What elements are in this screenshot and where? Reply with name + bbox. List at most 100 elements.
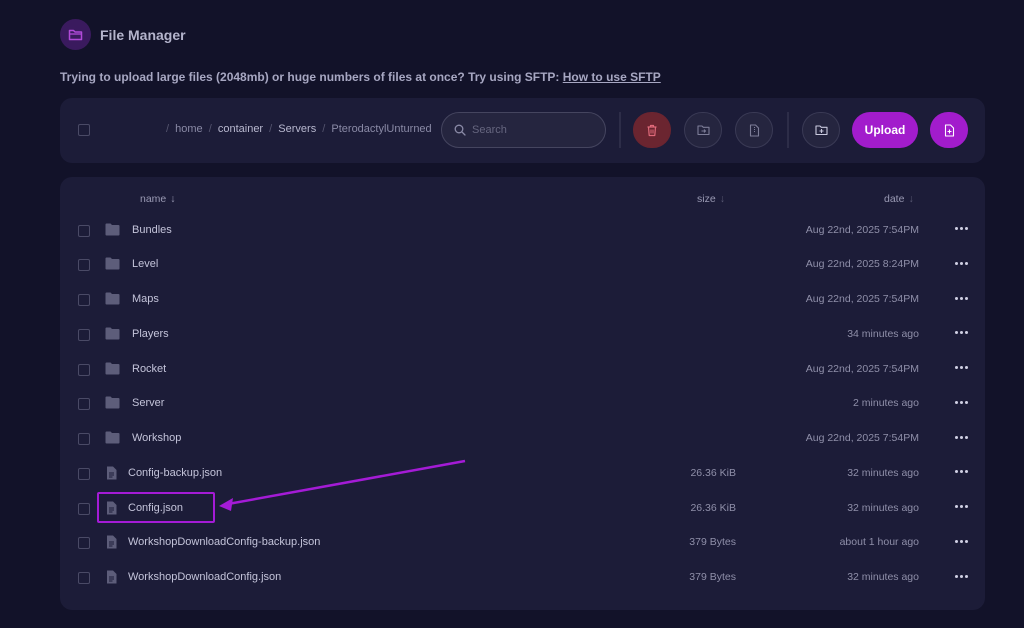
file-name[interactable]: Server (132, 397, 164, 409)
file-date: Aug 22nd, 2025 7:54PM (805, 362, 919, 375)
table-row[interactable]: Bundles Aug 22nd, 2025 7:54PM (60, 213, 985, 248)
more-options-button[interactable] (953, 430, 969, 444)
file-name[interactable]: WorkshopDownloadConfig.json (128, 571, 281, 583)
file-icon (106, 570, 117, 589)
row-checkbox[interactable] (78, 259, 90, 272)
sort-arrow-icon: ↓ (908, 193, 914, 205)
row-checkbox[interactable] (78, 328, 90, 341)
table-row[interactable]: Level Aug 22nd, 2025 8:24PM (60, 247, 985, 282)
column-header-size[interactable]: size ↓ (697, 193, 725, 205)
upload-button[interactable]: Upload (852, 112, 918, 148)
file-archive-icon (749, 123, 759, 137)
file-name[interactable]: WorkshopDownloadConfig-backup.json (128, 536, 320, 548)
row-checkbox[interactable] (78, 502, 90, 515)
more-options-button[interactable] (953, 395, 969, 409)
file-name[interactable]: Maps (132, 293, 159, 305)
file-name[interactable]: Players (132, 328, 169, 340)
highlight-box (97, 492, 215, 523)
breadcrumb-item-servers[interactable]: Servers (278, 123, 316, 135)
move-button[interactable] (684, 112, 722, 148)
folder-icon (105, 396, 120, 414)
more-options-button[interactable] (953, 465, 969, 479)
table-row[interactable]: WorkshopDownloadConfig-backup.json 379 By… (60, 525, 985, 560)
file-date: 32 minutes ago (847, 571, 919, 583)
folder-open-icon (60, 19, 91, 50)
ellipsis-icon (954, 574, 968, 578)
new-folder-button[interactable] (802, 112, 840, 148)
breadcrumb-item-container[interactable]: container (218, 123, 263, 135)
search-input[interactable] (472, 124, 592, 136)
sftp-notice-text: Trying to upload large files (2048mb) or… (60, 70, 563, 84)
file-date: Aug 22nd, 2025 7:54PM (805, 293, 919, 305)
sort-arrow-icon: ↓ (719, 193, 725, 205)
row-checkbox[interactable] (78, 294, 90, 306)
folder-icon (105, 223, 120, 241)
file-date: Aug 22nd, 2025 7:54PM (805, 223, 919, 236)
row-checkbox[interactable] (78, 363, 90, 376)
column-header-name[interactable]: name ↓ (140, 193, 176, 205)
trash-icon (647, 124, 657, 136)
folder-icon (105, 362, 120, 380)
file-name[interactable]: Rocket (132, 363, 166, 375)
more-options-button[interactable] (953, 291, 969, 305)
ellipsis-icon (954, 505, 968, 508)
folder-icon (105, 327, 120, 345)
row-checkbox[interactable] (78, 572, 90, 584)
row-checkbox[interactable] (78, 224, 90, 237)
file-icon (106, 466, 117, 485)
table-row[interactable]: Rocket Aug 22nd, 2025 7:54PM (60, 352, 985, 387)
ellipsis-icon (954, 539, 968, 543)
more-options-button[interactable] (953, 534, 969, 548)
file-name[interactable]: Level (132, 258, 158, 270)
row-checkbox[interactable] (78, 398, 90, 411)
file-name[interactable]: Config-backup.json (128, 467, 222, 479)
folder-icon (105, 431, 120, 449)
row-checkbox[interactable] (78, 537, 90, 550)
row-checkbox[interactable] (78, 467, 90, 480)
more-options-button[interactable] (953, 361, 969, 375)
ellipsis-icon (954, 366, 968, 369)
file-size: 379 Bytes (689, 536, 736, 549)
more-options-button[interactable] (953, 500, 969, 514)
breadcrumb-item-home[interactable]: home (175, 123, 203, 135)
file-toolbar: / home / container / Servers / Pterodact… (60, 98, 985, 163)
table-row[interactable]: WorkshopDownloadConfig.json 379 Bytes 32 m… (60, 560, 985, 595)
file-date: 32 minutes ago (847, 501, 919, 514)
folder-plus-icon (814, 125, 828, 136)
sftp-notice: Trying to upload large files (2048mb) or… (60, 70, 661, 84)
search-box[interactable] (441, 112, 606, 148)
select-all-checkbox[interactable] (78, 124, 90, 136)
table-row[interactable]: Maps Aug 22nd, 2025 7:54PM (60, 282, 985, 317)
ellipsis-icon (954, 331, 968, 335)
breadcrumb: / home / container / Servers / Pterodact… (166, 123, 432, 135)
folder-move-icon (696, 125, 710, 136)
archive-button[interactable] (735, 112, 773, 148)
file-date: about 1 hour ago (839, 536, 919, 549)
more-options-button[interactable] (953, 256, 969, 270)
file-date: 32 minutes ago (847, 466, 919, 479)
file-name[interactable]: Bundles (132, 224, 172, 236)
file-size: 379 Bytes (689, 571, 736, 583)
table-row[interactable]: Config-backup.json 26.36 KiB 32 minutes ag… (60, 456, 985, 491)
ellipsis-icon (954, 296, 968, 300)
file-name[interactable]: Workshop (132, 432, 181, 444)
page-title: File Manager (100, 26, 186, 43)
ellipsis-icon (954, 227, 968, 230)
file-size: 26.36 KiB (690, 466, 736, 479)
file-plus-icon (944, 123, 954, 137)
ellipsis-icon (954, 400, 968, 404)
folder-icon (105, 257, 120, 275)
more-options-button[interactable] (953, 222, 969, 236)
ellipsis-icon (954, 261, 968, 265)
table-row[interactable]: Players 34 minutes ago (60, 317, 985, 352)
more-options-button[interactable] (953, 326, 969, 340)
delete-button[interactable] (633, 112, 671, 148)
new-file-button[interactable] (930, 112, 968, 148)
toolbar-divider (619, 112, 621, 148)
row-checkbox[interactable] (78, 433, 90, 445)
table-row[interactable]: Workshop Aug 22nd, 2025 7:54PM (60, 421, 985, 456)
sftp-help-link[interactable]: How to use SFTP (563, 70, 661, 84)
table-row[interactable]: Server 2 minutes ago (60, 386, 985, 421)
more-options-button[interactable] (953, 569, 969, 583)
column-header-date[interactable]: date ↓ (884, 193, 914, 205)
